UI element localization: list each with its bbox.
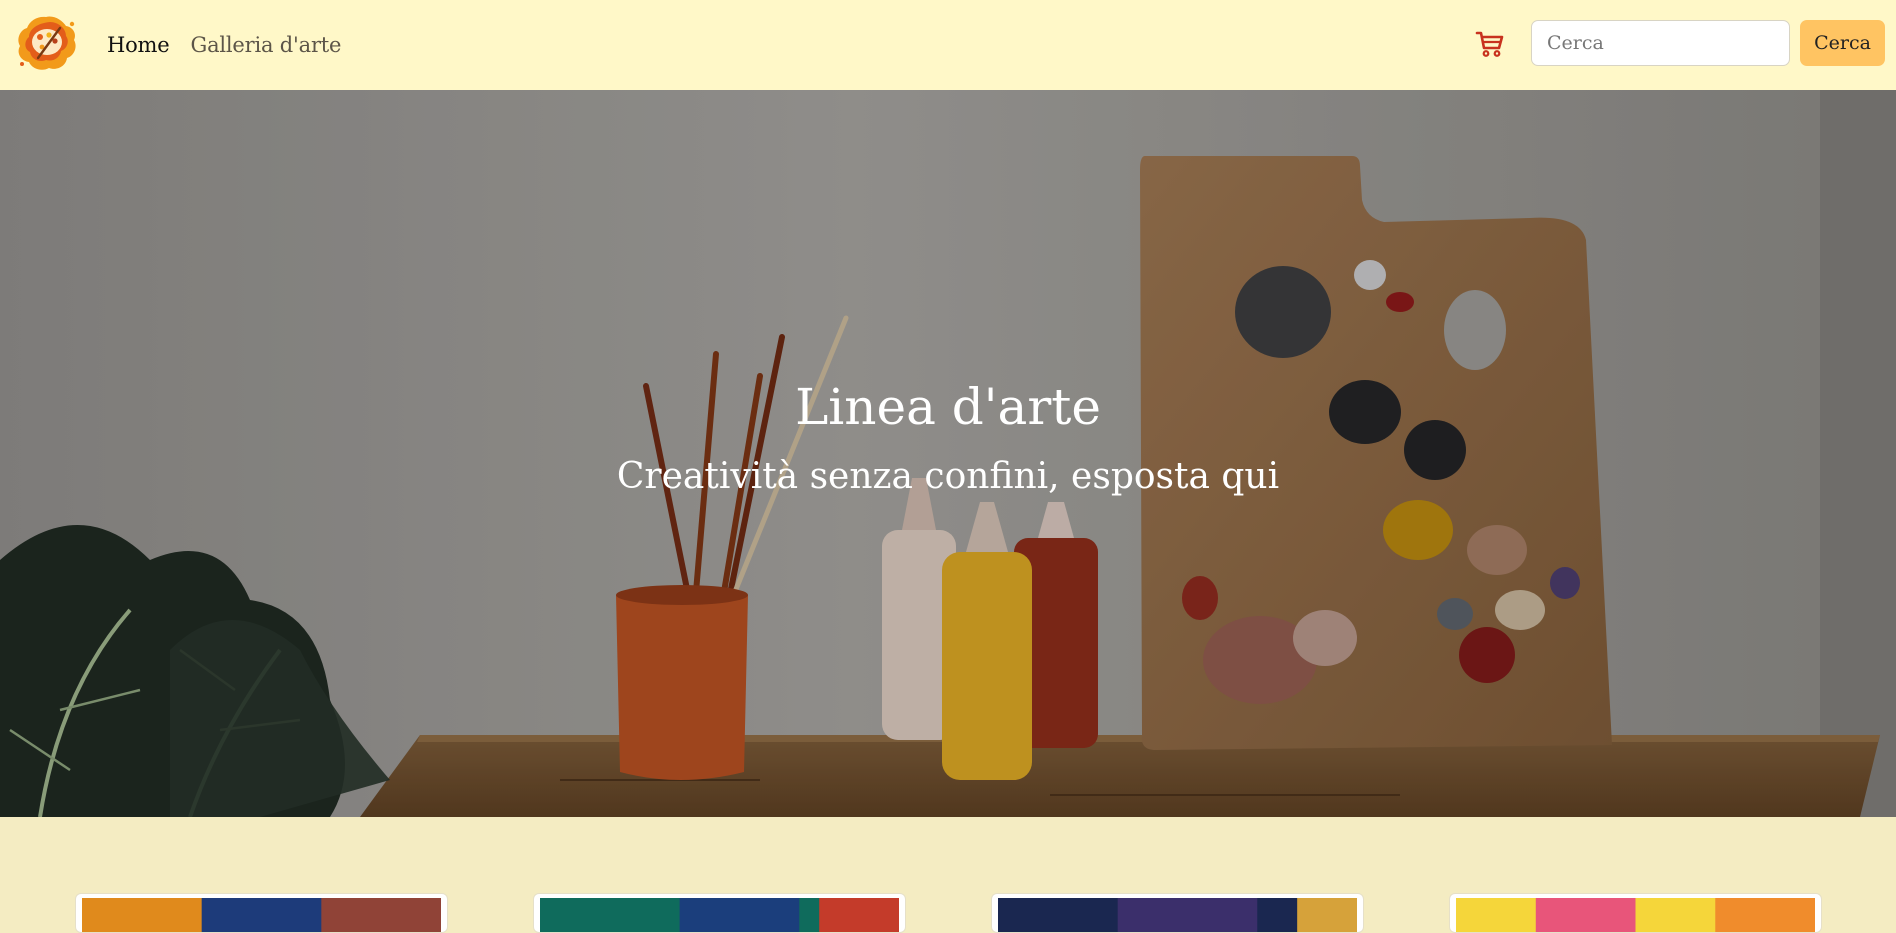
hero-title: Linea d'arte (795, 378, 1101, 436)
artwork-thumbnail (540, 898, 899, 932)
hero-banner: Linea d'arte Creatività senza confini, e… (0, 90, 1896, 817)
artwork-thumbnail (998, 898, 1357, 932)
artwork-card[interactable] (1449, 893, 1822, 933)
cart-icon[interactable] (1474, 27, 1506, 59)
hero-text: Linea d'arte Creatività senza confini, e… (0, 90, 1896, 817)
search-input[interactable] (1531, 20, 1790, 66)
main-nav: Home Galleria d'arte (107, 0, 341, 90)
palette-splash-logo[interactable] (16, 14, 78, 72)
artwork-card[interactable] (991, 893, 1364, 933)
artwork-card[interactable] (533, 893, 906, 933)
nav-link-home[interactable]: Home (107, 33, 170, 57)
nav-link-galleria[interactable]: Galleria d'arte (191, 33, 342, 57)
artwork-thumbnail (1456, 898, 1815, 932)
artwork-thumbnail (82, 898, 441, 932)
search-button[interactable]: Cerca (1800, 20, 1885, 66)
hero-subtitle: Creatività senza confini, esposta qui (616, 456, 1280, 497)
navbar: Home Galleria d'arte Cerca (0, 0, 1896, 90)
artwork-cards (0, 817, 1896, 933)
artwork-card[interactable] (75, 893, 448, 933)
